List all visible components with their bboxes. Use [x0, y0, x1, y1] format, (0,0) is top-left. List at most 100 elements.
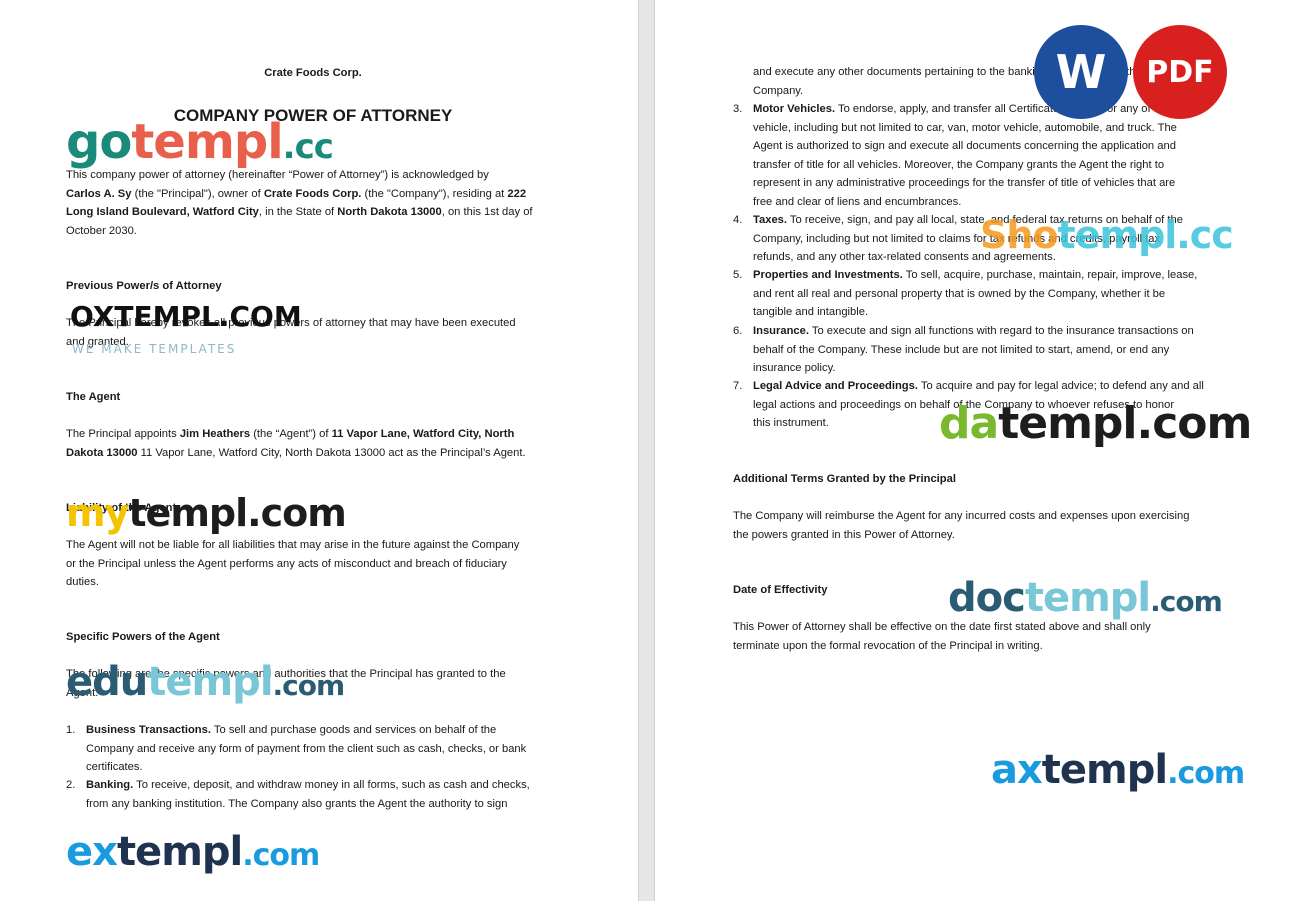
text-line: from any banking institution. The Compan…: [86, 795, 566, 814]
list-item-motor-vehicles: Motor Vehicles. To endorse, apply, and t…: [753, 100, 1233, 212]
bold-text-run: Crate Foods Corp.: [263, 187, 362, 200]
wm-part: edu: [66, 659, 148, 705]
text-run: To execute and sign all functions with r…: [808, 325, 1194, 337]
text-run: Company.: [753, 84, 804, 97]
list-item-insurance: Insurance. To execute and sign all funct…: [753, 322, 1233, 378]
previous-poa-heading: Previous Power/s of Attorney: [66, 280, 222, 292]
list-number-6: 6.: [733, 325, 743, 337]
text-run: tangible and intangible.: [753, 306, 869, 319]
bold-text-run: North Dakota 13000: [337, 206, 442, 219]
axtempl-watermark: axtempl.com: [991, 747, 1245, 793]
text-run: transfer of title for all vehicles. More…: [753, 158, 1165, 171]
text-line: represent in any administrative proceedi…: [753, 174, 1233, 193]
list-number-5: 5.: [733, 269, 743, 281]
text-run: This company power of attorney (hereinaf…: [66, 169, 489, 181]
bold-text-run: Motor Vehicles.: [753, 103, 836, 115]
specific-powers-heading: Specific Powers of the Agent: [66, 631, 220, 643]
text-line: behalf of the Company. These include but…: [753, 341, 1233, 360]
document-page-left: Crate Foods Corp. COMPANY POWER OF ATTOR…: [0, 0, 638, 901]
bold-text-run: Banking.: [86, 779, 134, 791]
text-run: (the “Agent”) of: [250, 428, 332, 440]
effectivity-text: This Power of Attorney shall be effectiv…: [733, 618, 1233, 655]
wm-part: .com: [272, 669, 346, 702]
gotempl-watermark: gotempl.cc: [66, 118, 334, 167]
pdf-format-icon[interactable]: PDF: [1133, 25, 1227, 119]
wm-part: doc: [948, 575, 1026, 621]
wm-part: templ: [147, 659, 273, 705]
wm-part: templ.cc: [1057, 213, 1234, 257]
text-run: The Principal appoints: [66, 428, 180, 440]
text-line: insurance policy.: [753, 359, 1233, 378]
text-line: Properties and Investments. To sell, acq…: [753, 266, 1233, 285]
datempl-watermark: datempl.com: [939, 402, 1252, 446]
wm-part: my: [66, 491, 129, 535]
company-header: Crate Foods Corp.: [264, 67, 362, 79]
bold-text-run: Business Transactions.: [86, 724, 211, 736]
text-run: 11 Vapor Lane, Watford City, North Dakot…: [137, 446, 526, 459]
wm-part: da: [939, 398, 999, 449]
text-line: and rent all real and personal property …: [753, 285, 1233, 304]
text-run: The Company will reimburse the Agent for…: [733, 510, 1190, 522]
text-line: The Agent will not be liable for all lia…: [66, 536, 566, 555]
wm-part: templ: [116, 829, 243, 875]
wm-part: ax: [991, 747, 1043, 793]
doctempl-watermark: doctempl.com: [948, 575, 1223, 621]
text-line: October 2030.: [66, 222, 566, 241]
text-line: Insurance. To execute and sign all funct…: [753, 322, 1233, 341]
list-number-1: 1.: [66, 724, 76, 736]
page-gutter: [638, 0, 655, 901]
document-page-right: and execute any other documents pertaini…: [655, 0, 1295, 901]
wm-part: templ.com: [998, 398, 1252, 449]
text-run: October 2030.: [66, 224, 137, 237]
bold-text-run: Insurance.: [753, 325, 809, 337]
text-line: Long Island Boulevard, Watford City, in …: [66, 203, 566, 222]
text-run: This Power of Attorney shall be effectiv…: [733, 621, 1151, 633]
text-run: the powers granted in this Power of Atto…: [733, 528, 955, 541]
text-run: The Agent will not be liable for all lia…: [66, 539, 520, 551]
text-run: insurance policy.: [753, 362, 836, 375]
text-line: certificates.: [86, 758, 566, 777]
text-line: free and clear of liens and encumbrances…: [753, 193, 1233, 212]
wm-part: .cc: [282, 127, 334, 167]
text-line: Banking. To receive, deposit, and withdr…: [86, 776, 566, 795]
list-number-7: 7.: [733, 380, 743, 392]
text-line: terminate upon the formal revocation of …: [733, 637, 1233, 656]
text-line: vehicle, including but not limited to ca…: [753, 119, 1233, 138]
extempl-watermark: extempl.com: [66, 829, 320, 875]
text-line: The Principal appoints Jim Heathers (the…: [66, 425, 566, 444]
text-line: The Company will reimburse the Agent for…: [733, 507, 1233, 526]
bold-text-run: Dakota 13000: [66, 446, 138, 459]
text-run: behalf of the Company. These include but…: [753, 343, 1170, 356]
text-line: Business Transactions. To sell and purch…: [86, 721, 566, 740]
bold-text-run: Properties and Investments.: [753, 269, 903, 281]
wm-part: templ: [131, 114, 283, 170]
text-run: this instrument.: [753, 417, 829, 430]
agent-heading: The Agent: [66, 391, 121, 403]
text-line: tangible and intangible.: [753, 303, 1233, 322]
text-run: To sell and purchase goods and services …: [210, 724, 497, 736]
wm-part: .com: [1150, 585, 1223, 618]
wm-part: templ: [1024, 575, 1151, 621]
word-format-icon[interactable]: W: [1034, 25, 1128, 119]
text-line: the powers granted in this Power of Atto…: [733, 526, 1233, 545]
text-run: or the Principal unless the Agent perfor…: [66, 557, 507, 570]
oxtempl-watermark: OXTEMPL.COM: [70, 300, 302, 333]
list-item-business-transactions: Business Transactions. To sell and purch…: [86, 721, 566, 777]
text-run: (the "Principal"), owner of: [131, 187, 264, 200]
edutempl-watermark: edutempl.com: [66, 659, 346, 705]
wm-part: Sho: [980, 213, 1059, 257]
bold-text-run: Carlos A. Sy: [66, 187, 132, 200]
list-number-4: 4.: [733, 214, 743, 226]
text-line: duties.: [66, 573, 566, 592]
list-item-banking: Banking. To receive, deposit, and withdr…: [86, 776, 566, 813]
text-run: Agent is authorized to sign and execute …: [753, 140, 1176, 153]
text-run: Company and receive any form of payment …: [86, 742, 527, 755]
text-line: transfer of title for all vehicles. More…: [753, 156, 1233, 175]
list-item-properties-investments: Properties and Investments. To sell, acq…: [753, 266, 1233, 322]
effectivity-heading: Date of Effectivity: [733, 584, 828, 596]
bold-text-run: 222: [507, 187, 527, 200]
list-number-3: 3.: [733, 103, 743, 115]
wm-part: .com: [242, 838, 320, 873]
mytempl-watermark: mytempl.com: [66, 491, 347, 535]
text-run: , in the State of: [258, 206, 338, 219]
